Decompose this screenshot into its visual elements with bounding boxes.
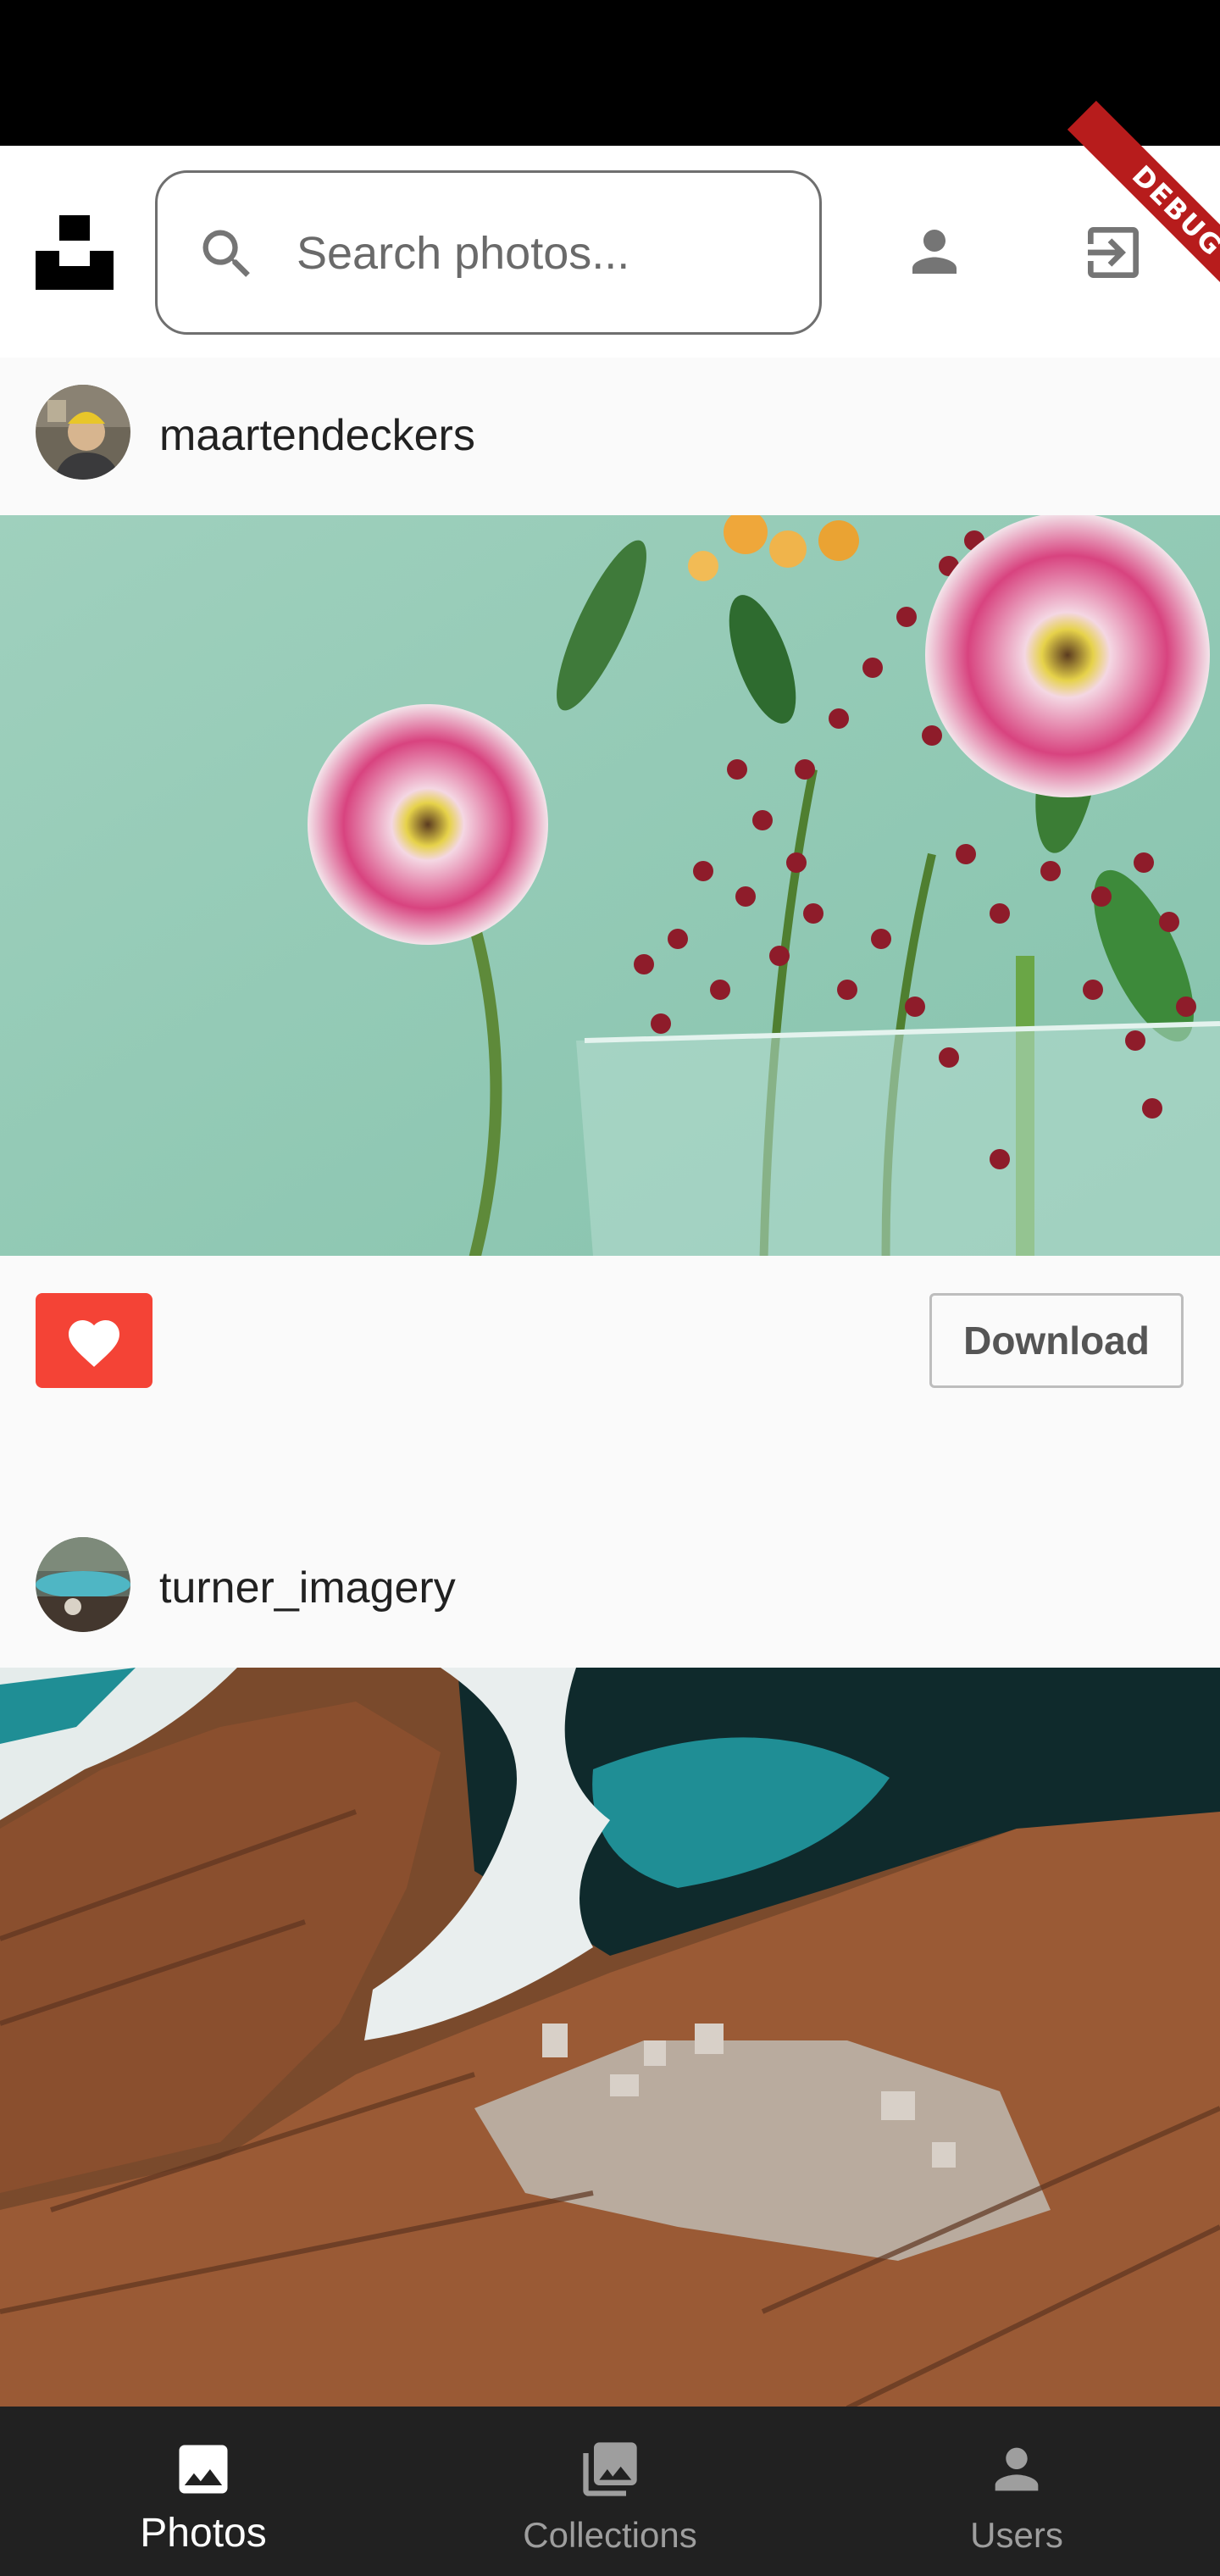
post-photo-coast[interactable]	[0, 1668, 1220, 2408]
bottom-navigation: Photos Collections Users	[0, 2407, 1220, 2576]
status-bar	[0, 0, 1220, 146]
username[interactable]: maartendeckers	[159, 402, 475, 469]
photo-feed[interactable]: maartendeckers Download turner_imagery	[0, 358, 1220, 2408]
nav-label: Collections	[523, 2515, 697, 2555]
photo-icon	[179, 2445, 228, 2494]
post-header[interactable]: turner_imagery	[0, 1510, 1220, 1668]
heart-icon	[69, 1320, 119, 1368]
nav-label: Photos	[140, 2511, 267, 2556]
user-avatar[interactable]	[36, 1537, 130, 1632]
photo-card: maartendeckers Download	[0, 358, 1220, 1510]
profile-icon[interactable]	[901, 219, 968, 285]
username[interactable]: turner_imagery	[159, 1554, 456, 1622]
logout-icon[interactable]	[1079, 219, 1147, 286]
nav-tab-collections[interactable]: Collections	[407, 2407, 813, 2576]
like-button[interactable]	[36, 1293, 152, 1388]
search-icon	[202, 230, 250, 277]
photo-card: turner_imagery	[0, 1510, 1220, 2408]
nav-tab-users[interactable]: Users	[813, 2407, 1220, 2576]
search-bar[interactable]	[155, 170, 822, 335]
post-photo-flowers[interactable]	[0, 515, 1220, 1256]
nav-label: Users	[970, 2515, 1063, 2555]
post-header[interactable]: maartendeckers	[0, 358, 1220, 515]
nav-tab-photos[interactable]: Photos	[0, 2407, 407, 2576]
collections-icon	[583, 2442, 637, 2496]
user-avatar[interactable]	[36, 385, 130, 480]
search-input[interactable]	[297, 207, 788, 300]
download-button[interactable]: Download	[929, 1293, 1184, 1388]
app-bar	[0, 146, 1220, 358]
post-actions: Download	[0, 1256, 1220, 1510]
person-icon	[995, 2447, 1039, 2491]
unsplash-logo-icon[interactable]	[36, 215, 114, 290]
